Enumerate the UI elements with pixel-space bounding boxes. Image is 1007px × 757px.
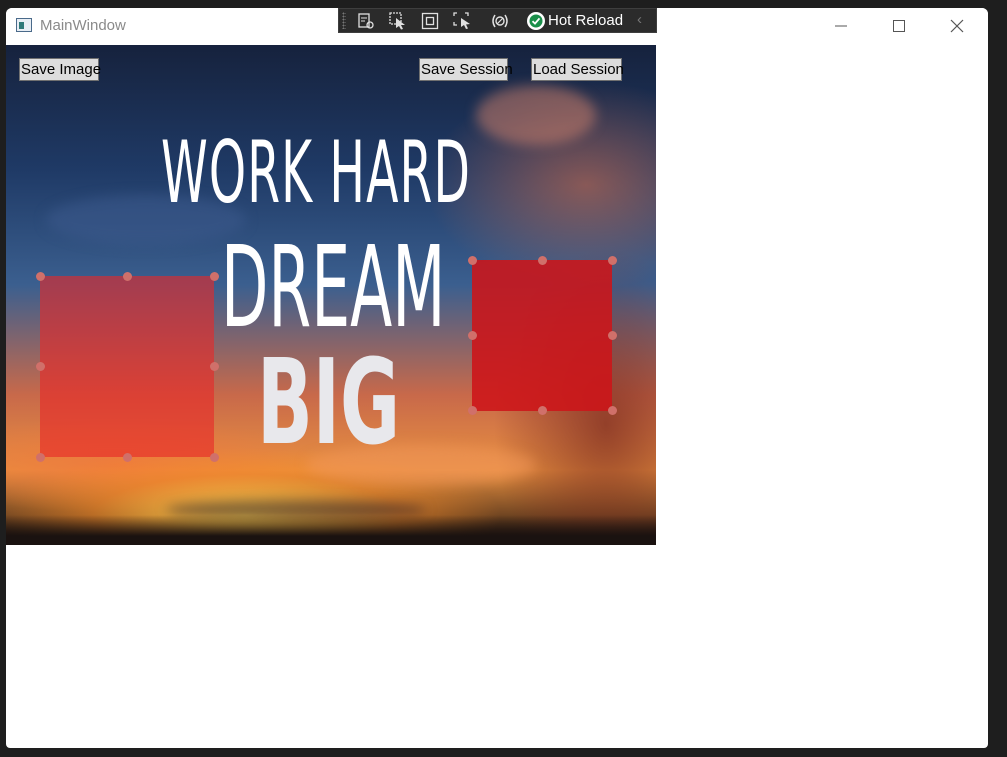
maximize-icon	[893, 20, 905, 32]
load-session-button[interactable]: Load Session	[531, 58, 624, 81]
toolbar-grip[interactable]	[342, 12, 346, 29]
select-element-icon	[389, 12, 405, 30]
live-visual-tree-button[interactable]	[355, 11, 377, 31]
app-icon	[16, 18, 32, 32]
selection-rectangle-left[interactable]	[40, 276, 214, 457]
display-layout-adorners-icon	[421, 12, 439, 30]
selection-rectangle-right[interactable]	[472, 260, 612, 411]
resize-handle[interactable]	[210, 272, 219, 281]
resize-handle[interactable]	[36, 272, 45, 281]
save-image-button[interactable]: Save Image	[19, 58, 101, 81]
select-element-button[interactable]	[387, 11, 409, 31]
resize-handle[interactable]	[210, 453, 219, 462]
resize-handle[interactable]	[468, 406, 477, 415]
main-window: MainWindow Hot Reload ‹ WORK HARD DREAM …	[6, 8, 988, 748]
live-visual-tree-icon	[358, 13, 374, 29]
resize-handle[interactable]	[123, 272, 132, 281]
xaml-hot-reload-toolbar: Hot Reload ‹	[338, 8, 657, 33]
binding-failures-button[interactable]	[488, 11, 510, 31]
resize-handle[interactable]	[36, 362, 45, 371]
resize-handle[interactable]	[468, 256, 477, 265]
resize-handle[interactable]	[608, 406, 617, 415]
title-bar[interactable]: MainWindow Hot Reload ‹	[6, 8, 988, 44]
quote-line-1: WORK HARD	[161, 123, 472, 223]
display-layout-adorners-button[interactable]	[419, 11, 441, 31]
resize-handle[interactable]	[608, 331, 617, 340]
maximize-button[interactable]	[870, 8, 928, 44]
resize-handle[interactable]	[608, 256, 617, 265]
save-session-button[interactable]: Save Session	[419, 58, 513, 81]
image-canvas[interactable]: WORK HARD DREAM BIG Save Image Save Sess…	[6, 45, 656, 545]
track-focus-button[interactable]	[451, 11, 473, 31]
binding-failures-icon	[492, 14, 508, 28]
resize-handle[interactable]	[123, 453, 132, 462]
hot-reload-label[interactable]: Hot Reload	[548, 12, 623, 29]
hot-reload-status-icon[interactable]	[527, 12, 545, 30]
resize-handle[interactable]	[538, 256, 547, 265]
resize-handle[interactable]	[468, 331, 477, 340]
quote-line-3: BIG	[257, 333, 401, 471]
collapse-toolbar-icon[interactable]: ‹	[637, 11, 642, 28]
horizon-silhouette	[6, 515, 656, 545]
window-title: MainWindow	[40, 17, 126, 34]
resize-handle[interactable]	[210, 362, 219, 371]
close-button[interactable]	[928, 8, 986, 44]
resize-handle[interactable]	[538, 406, 547, 415]
resize-handle[interactable]	[36, 453, 45, 462]
track-focus-icon	[453, 12, 470, 29]
close-icon	[950, 19, 964, 33]
minimize-icon	[835, 25, 847, 27]
minimize-button[interactable]	[812, 8, 870, 44]
checkmark-icon	[529, 14, 543, 28]
